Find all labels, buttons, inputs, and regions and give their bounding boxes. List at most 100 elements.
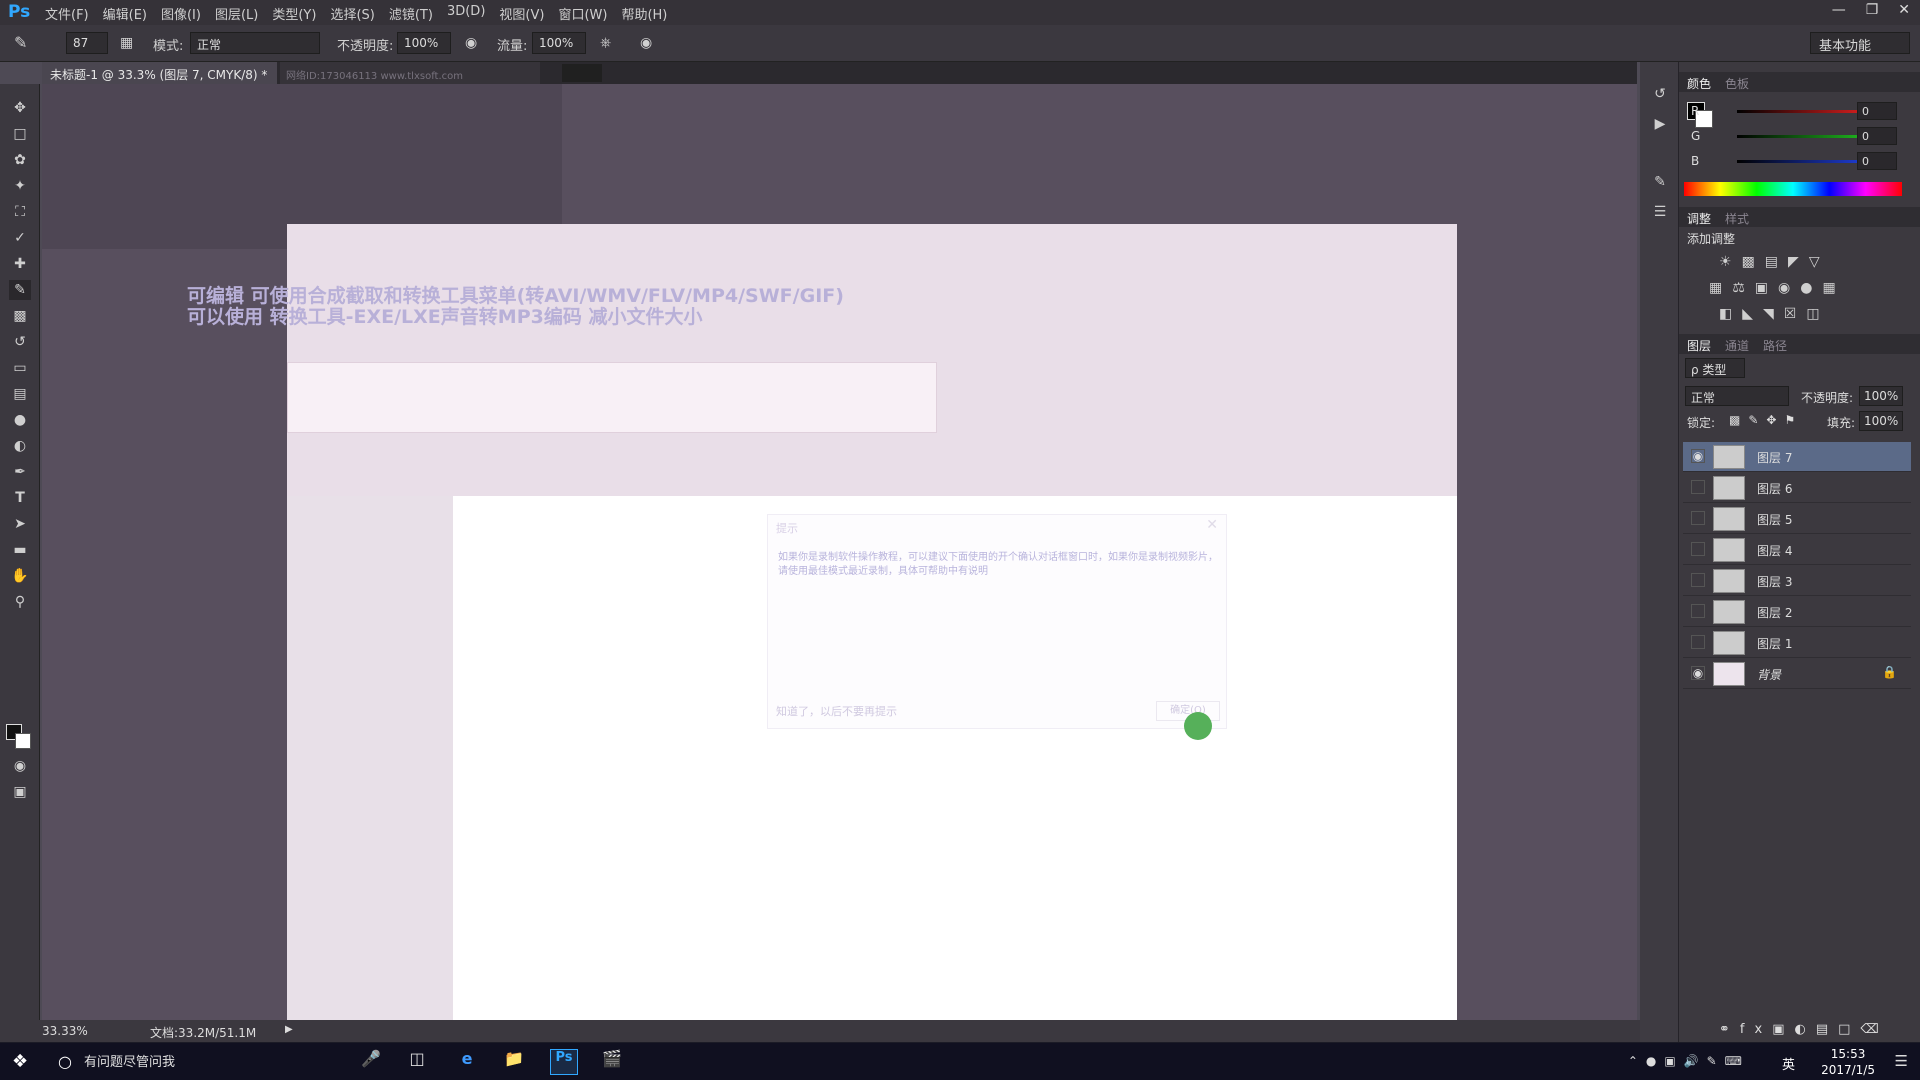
background-color-swatch[interactable] — [15, 733, 31, 749]
menu-type[interactable]: 类型(Y) — [272, 4, 316, 23]
group-icon[interactable]: ▤ — [1816, 1022, 1838, 1037]
zoom-level[interactable]: 33.33% — [42, 1024, 88, 1038]
tab-styles[interactable]: 样式 — [1725, 210, 1749, 227]
hand-tool-icon[interactable]: ✋ — [9, 566, 31, 586]
dodge-tool-icon[interactable]: ◐ — [9, 436, 31, 456]
brush-panel-icon[interactable]: ▦ — [120, 35, 133, 51]
layer-name[interactable]: 图层 2 — [1757, 604, 1792, 621]
properties-icon[interactable]: ☰ — [1651, 204, 1669, 222]
eye-icon[interactable] — [1691, 480, 1705, 494]
taskbar-clock[interactable]: 15:53 2017/1/5 — [1821, 1046, 1875, 1078]
brush-tool-icon[interactable]: ✎ — [9, 280, 31, 300]
adjustment-layer-icon[interactable]: ◐ — [1794, 1022, 1815, 1037]
recorder-task-icon[interactable]: 🎬 — [598, 1049, 626, 1075]
levels-icon[interactable]: ▩ — [1742, 254, 1755, 270]
actions-panel-icon[interactable]: ▶ — [1651, 116, 1669, 134]
restore-icon[interactable]: ❐ — [1866, 2, 1879, 18]
color-balance-icon[interactable]: ⚖ — [1732, 280, 1745, 296]
blur-tool-icon[interactable]: ● — [9, 410, 31, 430]
windows-start-icon[interactable]: ❖ — [12, 1051, 34, 1073]
menu-layer[interactable]: 图层(L) — [215, 4, 258, 23]
layer-name[interactable]: 图层 1 — [1757, 635, 1792, 652]
layer-row-1[interactable]: 图层 1 — [1683, 628, 1911, 658]
path-select-tool-icon[interactable]: ➤ — [9, 514, 31, 534]
threshold-icon[interactable]: ◥ — [1763, 306, 1774, 322]
crop-tool-icon[interactable]: ⛶ — [9, 202, 31, 222]
menu-edit[interactable]: 编辑(E) — [103, 4, 147, 23]
selective-color-icon[interactable]: ◫ — [1806, 306, 1819, 322]
hint-dont-show-checkbox[interactable]: 知道了，以后不要再提示 — [776, 703, 897, 719]
shape-tool-icon[interactable]: ▬ — [9, 540, 31, 560]
layer-fill-input[interactable]: 100% — [1859, 411, 1903, 431]
curves-icon[interactable]: ▤ — [1765, 254, 1778, 270]
lock-icons[interactable]: ▩✎✥⚑ — [1729, 413, 1803, 427]
delete-layer-icon[interactable]: ⌫ — [1860, 1022, 1888, 1037]
black-white-icon[interactable]: ▣ — [1755, 280, 1768, 296]
brush-size-picker[interactable]: 87 — [66, 32, 108, 54]
color-lookup-icon[interactable]: ▦ — [1822, 280, 1835, 296]
menu-filter[interactable]: 滤镜(T) — [389, 4, 433, 23]
layer-name[interactable]: 图层 3 — [1757, 573, 1792, 590]
mode-select[interactable]: 正常 — [190, 32, 320, 54]
cortana-icon[interactable]: ○ — [58, 1052, 72, 1071]
pressure-size-icon[interactable]: ◉ — [640, 35, 652, 51]
eye-icon[interactable] — [1691, 542, 1705, 556]
minimize-icon[interactable]: — — [1832, 2, 1846, 18]
task-view-icon[interactable]: ◫ — [403, 1049, 431, 1075]
history-panel-icon[interactable]: ↺ — [1651, 86, 1669, 104]
opacity-input[interactable]: 100% — [397, 32, 451, 54]
healing-tool-icon[interactable]: ✚ — [9, 254, 31, 274]
pen-tool-icon[interactable]: ✒ — [9, 462, 31, 482]
channel-r-slider[interactable] — [1737, 110, 1871, 113]
eye-icon[interactable]: ◉ — [1691, 666, 1705, 680]
layer-kind-filter[interactable]: ρ 类型 — [1685, 358, 1745, 378]
tab-adjustments[interactable]: 调整 — [1687, 210, 1711, 227]
tab-layers[interactable]: 图层 — [1687, 337, 1711, 354]
microphone-icon[interactable]: 🎤 — [357, 1049, 385, 1075]
layer-name[interactable]: 背景 — [1757, 666, 1781, 683]
layer-row-6[interactable]: 图层 6 — [1683, 473, 1911, 503]
status-arrow-icon[interactable]: ▶ — [285, 1024, 293, 1035]
eye-icon[interactable] — [1691, 511, 1705, 525]
flow-input[interactable]: 100% — [532, 32, 586, 54]
tab-paths[interactable]: 路径 — [1763, 337, 1787, 354]
menu-help[interactable]: 帮助(H) — [621, 4, 667, 23]
eyedropper-tool-icon[interactable]: ✓ — [9, 228, 31, 248]
channel-g-slider[interactable] — [1737, 135, 1871, 138]
quick-select-tool-icon[interactable]: ✦ — [9, 176, 31, 196]
layer-row-2[interactable]: 图层 2 — [1683, 597, 1911, 627]
document-size[interactable]: 文档:33.2M/51.1M — [150, 1024, 256, 1041]
type-tool-icon[interactable]: T — [9, 488, 31, 508]
mask-icon[interactable]: ▣ — [1772, 1022, 1794, 1037]
tab-channels[interactable]: 通道 — [1725, 337, 1749, 354]
layer-name[interactable]: 图层 5 — [1757, 511, 1792, 528]
layer-name[interactable]: 图层 6 — [1757, 480, 1792, 497]
channel-b-slider[interactable] — [1737, 160, 1871, 163]
layer-row-5[interactable]: 图层 5 — [1683, 504, 1911, 534]
hue-saturation-icon[interactable]: ▦ — [1709, 280, 1722, 296]
photoshop-task-icon[interactable]: Ps — [550, 1049, 578, 1075]
channel-r-value[interactable]: 0 — [1857, 102, 1897, 120]
channel-mixer-icon[interactable]: ● — [1800, 280, 1812, 296]
layer-name[interactable]: 图层 4 — [1757, 542, 1792, 559]
new-layer-icon[interactable]: □ — [1838, 1022, 1860, 1037]
screen-mode-icon[interactable]: ▣ — [9, 782, 31, 802]
brush-tool-icon[interactable]: ✎ — [14, 33, 27, 52]
layer-opacity-input[interactable]: 100% — [1859, 386, 1903, 406]
menu-window[interactable]: 窗口(W) — [558, 4, 607, 23]
menu-view[interactable]: 视图(V) — [499, 4, 544, 23]
posterize-icon[interactable]: ◣ — [1742, 306, 1753, 322]
close-icon[interactable]: ✕ — [1898, 2, 1910, 18]
system-tray-icons[interactable]: ⌃●▣🔊✎⌨ — [1628, 1054, 1750, 1068]
workspace-select[interactable]: 基本功能 — [1810, 32, 1910, 54]
layer-row-background[interactable]: ◉ 背景 🔒 — [1683, 659, 1911, 689]
eye-icon[interactable] — [1691, 604, 1705, 618]
document-canvas[interactable]: 提示 ✕ 如果你是录制软件操作教程，可以建议下面使用的开个确认对话框窗口时，如果… — [287, 224, 1457, 1051]
eye-icon[interactable] — [1691, 635, 1705, 649]
invert-icon[interactable]: ◧ — [1719, 306, 1732, 322]
zoom-tool-icon[interactable]: ⚲ — [9, 592, 31, 612]
file-explorer-icon[interactable]: 📁 — [500, 1049, 528, 1075]
menu-image[interactable]: 图像(I) — [161, 4, 201, 23]
menu-3d[interactable]: 3D(D) — [447, 4, 485, 23]
gradient-tool-icon[interactable]: ▤ — [9, 384, 31, 404]
